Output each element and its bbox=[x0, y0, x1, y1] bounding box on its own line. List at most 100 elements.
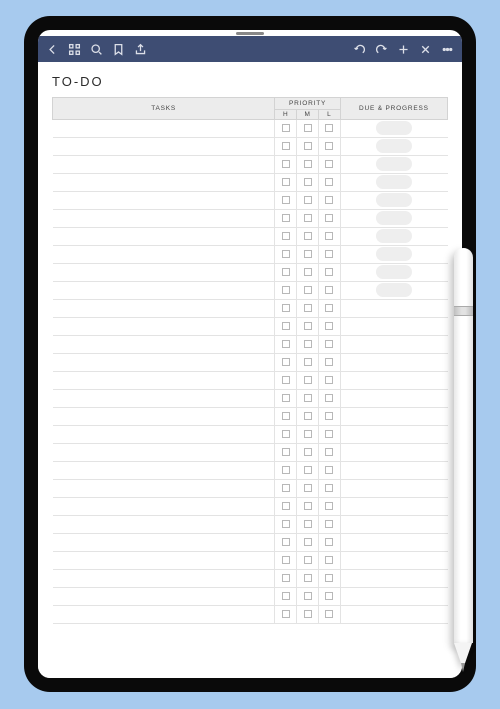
checkbox-h[interactable] bbox=[282, 304, 290, 312]
checkbox-l[interactable] bbox=[325, 286, 333, 294]
task-cell[interactable] bbox=[53, 210, 275, 228]
task-cell[interactable] bbox=[53, 588, 275, 606]
due-cell[interactable] bbox=[340, 120, 447, 138]
grid-icon[interactable] bbox=[68, 43, 81, 56]
checkbox-m[interactable] bbox=[304, 124, 312, 132]
task-cell[interactable] bbox=[53, 462, 275, 480]
checkbox-m[interactable] bbox=[304, 466, 312, 474]
task-cell[interactable] bbox=[53, 408, 275, 426]
checkbox-m[interactable] bbox=[304, 178, 312, 186]
checkbox-l[interactable] bbox=[325, 592, 333, 600]
due-cell[interactable] bbox=[340, 588, 447, 606]
checkbox-m[interactable] bbox=[304, 376, 312, 384]
checkbox-l[interactable] bbox=[325, 196, 333, 204]
task-cell[interactable] bbox=[53, 336, 275, 354]
checkbox-m[interactable] bbox=[304, 520, 312, 528]
due-cell[interactable] bbox=[340, 174, 447, 192]
task-cell[interactable] bbox=[53, 282, 275, 300]
checkbox-l[interactable] bbox=[325, 214, 333, 222]
checkbox-l[interactable] bbox=[325, 610, 333, 618]
checkbox-h[interactable] bbox=[282, 484, 290, 492]
checkbox-m[interactable] bbox=[304, 502, 312, 510]
checkbox-m[interactable] bbox=[304, 592, 312, 600]
task-cell[interactable] bbox=[53, 444, 275, 462]
due-cell[interactable] bbox=[340, 462, 447, 480]
checkbox-l[interactable] bbox=[325, 538, 333, 546]
checkbox-l[interactable] bbox=[325, 160, 333, 168]
task-cell[interactable] bbox=[53, 120, 275, 138]
checkbox-l[interactable] bbox=[325, 484, 333, 492]
task-cell[interactable] bbox=[53, 426, 275, 444]
redo-icon[interactable] bbox=[375, 43, 388, 56]
due-cell[interactable] bbox=[340, 318, 447, 336]
due-cell[interactable] bbox=[340, 552, 447, 570]
checkbox-l[interactable] bbox=[325, 268, 333, 276]
due-cell[interactable] bbox=[340, 300, 447, 318]
add-icon[interactable] bbox=[397, 43, 410, 56]
checkbox-l[interactable] bbox=[325, 358, 333, 366]
checkbox-h[interactable] bbox=[282, 142, 290, 150]
due-cell[interactable] bbox=[340, 480, 447, 498]
checkbox-h[interactable] bbox=[282, 610, 290, 618]
task-cell[interactable] bbox=[53, 174, 275, 192]
checkbox-m[interactable] bbox=[304, 574, 312, 582]
due-cell[interactable] bbox=[340, 192, 447, 210]
checkbox-h[interactable] bbox=[282, 124, 290, 132]
due-cell[interactable] bbox=[340, 156, 447, 174]
checkbox-m[interactable] bbox=[304, 556, 312, 564]
due-cell[interactable] bbox=[340, 264, 447, 282]
checkbox-l[interactable] bbox=[325, 250, 333, 258]
task-cell[interactable] bbox=[53, 300, 275, 318]
back-icon[interactable] bbox=[46, 43, 59, 56]
task-cell[interactable] bbox=[53, 498, 275, 516]
task-cell[interactable] bbox=[53, 390, 275, 408]
checkbox-m[interactable] bbox=[304, 286, 312, 294]
due-cell[interactable] bbox=[340, 426, 447, 444]
checkbox-m[interactable] bbox=[304, 304, 312, 312]
checkbox-m[interactable] bbox=[304, 250, 312, 258]
checkbox-l[interactable] bbox=[325, 430, 333, 438]
due-cell[interactable] bbox=[340, 372, 447, 390]
task-cell[interactable] bbox=[53, 246, 275, 264]
checkbox-h[interactable] bbox=[282, 340, 290, 348]
checkbox-l[interactable] bbox=[325, 304, 333, 312]
checkbox-m[interactable] bbox=[304, 610, 312, 618]
share-icon[interactable] bbox=[134, 43, 147, 56]
due-cell[interactable] bbox=[340, 282, 447, 300]
due-cell[interactable] bbox=[340, 246, 447, 264]
task-cell[interactable] bbox=[53, 192, 275, 210]
checkbox-l[interactable] bbox=[325, 232, 333, 240]
checkbox-l[interactable] bbox=[325, 448, 333, 456]
checkbox-m[interactable] bbox=[304, 232, 312, 240]
due-cell[interactable] bbox=[340, 408, 447, 426]
checkbox-h[interactable] bbox=[282, 466, 290, 474]
checkbox-m[interactable] bbox=[304, 196, 312, 204]
checkbox-m[interactable] bbox=[304, 448, 312, 456]
checkbox-h[interactable] bbox=[282, 286, 290, 294]
checkbox-l[interactable] bbox=[325, 394, 333, 402]
task-cell[interactable] bbox=[53, 372, 275, 390]
checkbox-h[interactable] bbox=[282, 160, 290, 168]
task-cell[interactable] bbox=[53, 570, 275, 588]
checkbox-m[interactable] bbox=[304, 394, 312, 402]
checkbox-l[interactable] bbox=[325, 412, 333, 420]
checkbox-h[interactable] bbox=[282, 196, 290, 204]
checkbox-h[interactable] bbox=[282, 376, 290, 384]
checkbox-h[interactable] bbox=[282, 358, 290, 366]
bookmark-icon[interactable] bbox=[112, 43, 125, 56]
checkbox-l[interactable] bbox=[325, 124, 333, 132]
checkbox-m[interactable] bbox=[304, 340, 312, 348]
task-cell[interactable] bbox=[53, 552, 275, 570]
checkbox-m[interactable] bbox=[304, 214, 312, 222]
checkbox-l[interactable] bbox=[325, 340, 333, 348]
checkbox-l[interactable] bbox=[325, 502, 333, 510]
checkbox-h[interactable] bbox=[282, 502, 290, 510]
due-cell[interactable] bbox=[340, 138, 447, 156]
checkbox-m[interactable] bbox=[304, 268, 312, 276]
due-cell[interactable] bbox=[340, 210, 447, 228]
due-cell[interactable] bbox=[340, 390, 447, 408]
task-cell[interactable] bbox=[53, 156, 275, 174]
due-cell[interactable] bbox=[340, 606, 447, 624]
checkbox-h[interactable] bbox=[282, 322, 290, 330]
due-cell[interactable] bbox=[340, 498, 447, 516]
